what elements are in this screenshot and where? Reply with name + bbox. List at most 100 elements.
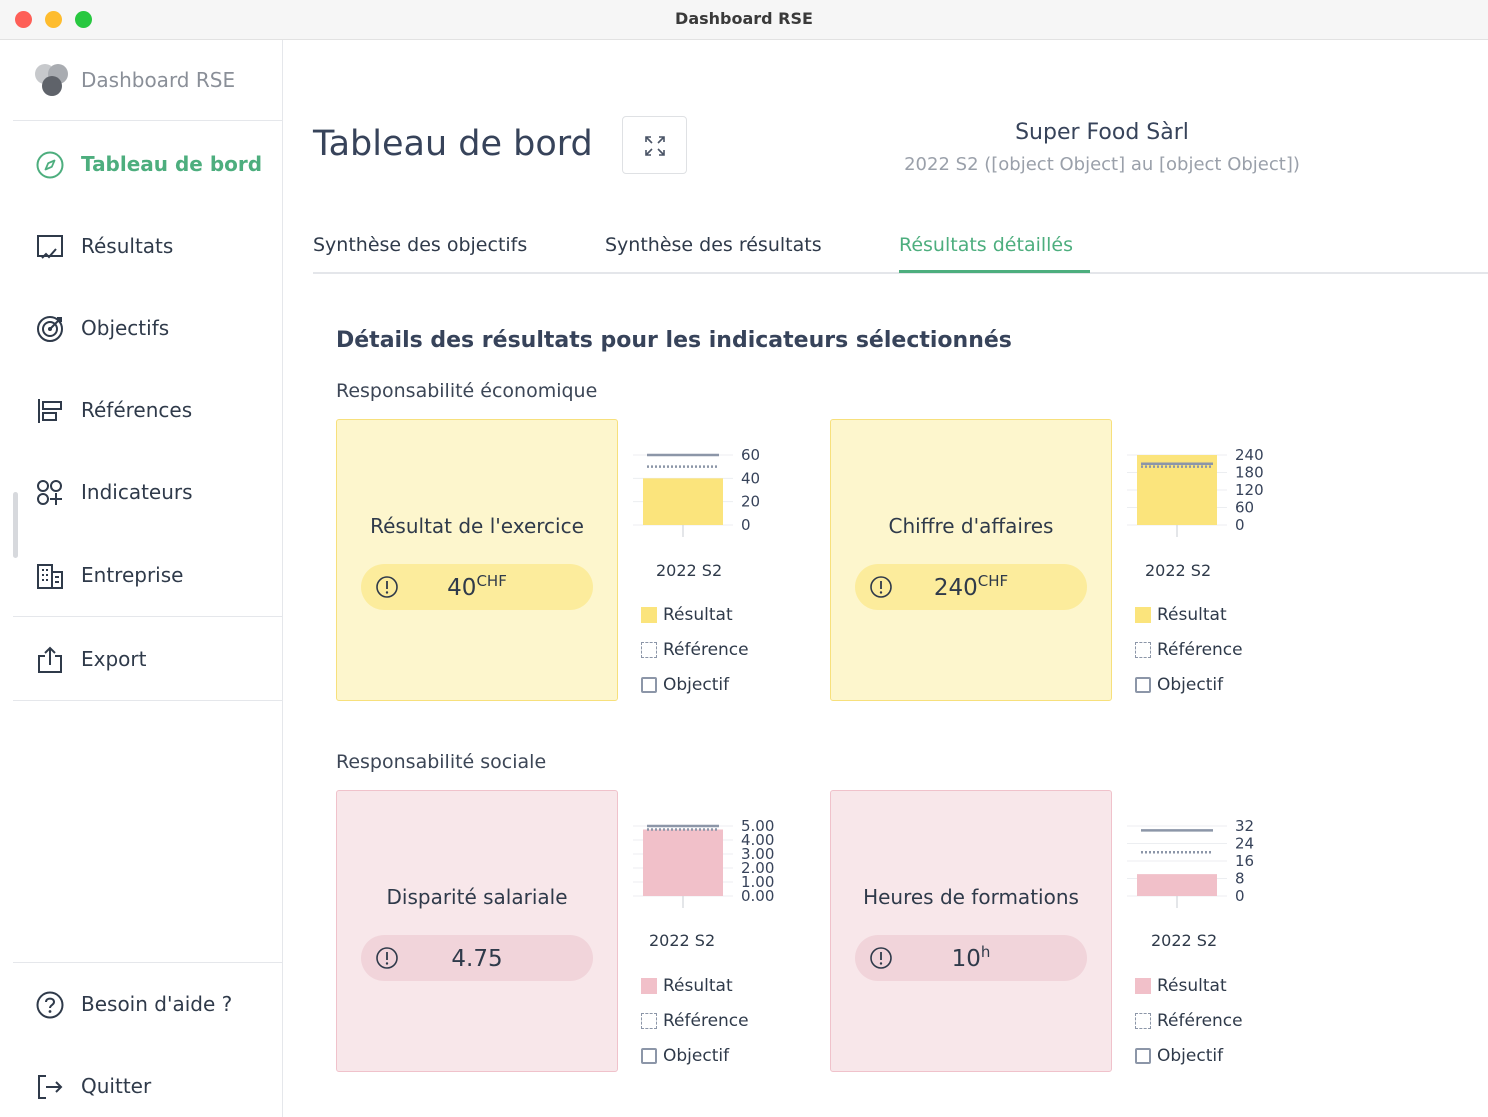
period-label: 2022 S2 ([object Object] au [object Obje… <box>904 154 1300 175</box>
legend-item-result: Résultat <box>641 605 791 640</box>
legend-item-reference: Référence <box>1135 640 1285 675</box>
y-tick-label: 24 <box>1235 835 1254 853</box>
brand-logo-icon <box>35 64 69 98</box>
result-bar <box>643 829 723 896</box>
indicator-value: 4.75 <box>451 946 503 972</box>
y-tick-label: 0 <box>741 516 751 534</box>
indicator-card[interactable]: Résultat de l'exercice 40CHF <box>336 419 618 701</box>
help-link[interactable]: Besoin d'aide ? <box>13 982 283 1026</box>
sidebar-item-tableau-de-bord[interactable]: Tableau de bord <box>13 142 283 186</box>
sidebar-item-label: Tableau de bord <box>81 152 263 176</box>
y-tick-label: 16 <box>1235 852 1254 870</box>
group-title-sociale: Responsabilité sociale <box>336 751 547 773</box>
indicator-value: 10h <box>951 943 991 972</box>
legend-item-reference: Référence <box>641 1011 791 1046</box>
legend-item-result: Résultat <box>1135 605 1285 640</box>
y-tick-label: 20 <box>741 493 760 511</box>
legend-item-objective: Objectif <box>1135 1046 1285 1081</box>
legend-item-reference: Référence <box>641 640 791 675</box>
mini-chart: 240180120600 <box>1127 446 1264 537</box>
y-tick-label: 40 <box>741 469 760 487</box>
company-name: Super Food Sàrl <box>1015 120 1189 145</box>
sidebar-item-label: Export <box>81 647 147 671</box>
mini-chart: 32241680 <box>1127 817 1254 908</box>
tab-synthese-objectifs[interactable]: Synthèse des objectifs <box>313 234 527 256</box>
quit-button[interactable]: Quitter <box>13 1064 283 1108</box>
indicator-value-pill: 240CHF <box>855 564 1087 610</box>
sidebar-item-label: Entreprise <box>81 563 184 587</box>
sidebar: Dashboard RSE Tableau de bord Résultats … <box>13 40 283 1117</box>
tab-bar: Synthèse des objectifs Synthèse des résu… <box>313 228 1488 274</box>
mini-chart: 5.004.003.002.001.000.00 <box>633 817 774 908</box>
sidebar-item-objectifs[interactable]: Objectifs <box>13 306 283 350</box>
chart-legend: Résultat Référence Objectif <box>641 976 791 1081</box>
chart-period-label: 2022 S2 <box>1145 561 1212 580</box>
section-title: Détails des résultats pour les indicateu… <box>336 328 1012 353</box>
fullscreen-button[interactable] <box>622 116 687 174</box>
indicator-card[interactable]: Chiffre d'affaires 240CHF <box>830 419 1112 701</box>
building-icon <box>37 564 63 589</box>
chart-period-label: 2022 S2 <box>1151 931 1218 950</box>
indicator-title: Disparité salariale <box>386 885 568 909</box>
y-tick-label: 32 <box>1235 817 1254 835</box>
sidebar-item-label: Références <box>81 398 193 422</box>
sidebar-item-entreprise[interactable]: Entreprise <box>13 553 283 597</box>
shapes-icon <box>37 480 62 505</box>
indicator-title: Résultat de l'exercice <box>370 514 584 538</box>
help-label: Besoin d'aide ? <box>81 992 233 1016</box>
y-tick-label: 0 <box>1235 887 1245 905</box>
chart-legend: Résultat Référence Objectif <box>1135 976 1285 1081</box>
y-tick-label: 240 <box>1235 446 1264 464</box>
active-tab-indicator <box>899 270 1090 273</box>
y-tick-label: 8 <box>1235 870 1245 888</box>
result-bar <box>643 478 723 525</box>
tab-synthese-resultats[interactable]: Synthèse des résultats <box>605 234 822 256</box>
indicator-card[interactable]: Heures de formations 10h <box>830 790 1112 1072</box>
page-title: Tableau de bord <box>313 124 593 164</box>
legend-item-objective: Objectif <box>641 1046 791 1081</box>
sidebar-item-label: Objectifs <box>81 316 170 340</box>
logout-icon <box>38 1075 63 1099</box>
main-content: Tableau de bord Super Food Sàrl 2022 S2 … <box>283 40 1488 1117</box>
sidebar-item-label: Résultats <box>81 234 174 258</box>
help-icon <box>36 991 64 1019</box>
chart-legend: Résultat Référence Objectif <box>641 605 791 710</box>
legend-item-result: Résultat <box>641 976 791 1011</box>
window-titlebar: Dashboard RSE <box>0 0 1488 40</box>
quit-label: Quitter <box>81 1074 152 1098</box>
y-tick-label: 0.00 <box>741 887 774 905</box>
chart-period-label: 2022 S2 <box>656 561 723 580</box>
group-title-economique: Responsabilité économique <box>336 380 598 402</box>
indicator-value: 240CHF <box>933 572 1009 601</box>
window-title: Dashboard RSE <box>675 9 813 28</box>
sidebar-item-export[interactable]: Export <box>13 637 283 681</box>
indicator-value: 40CHF <box>447 572 507 601</box>
sidebar-item-references[interactable]: Références <box>13 388 283 432</box>
y-tick-label: 120 <box>1235 481 1264 499</box>
indicator-card[interactable]: Disparité salariale 4.75 <box>336 790 618 1072</box>
chart-legend: Résultat Référence Objectif <box>1135 605 1285 710</box>
mini-chart: 60 40 20 0 <box>633 446 760 537</box>
legend-item-objective: Objectif <box>641 675 791 710</box>
legend-item-result: Résultat <box>1135 976 1285 1011</box>
share-icon <box>38 646 62 673</box>
chart-check-icon <box>37 235 63 259</box>
brand: Dashboard RSE <box>13 40 283 121</box>
brand-name: Dashboard RSE <box>81 68 236 92</box>
align-bars-icon <box>38 399 62 423</box>
expand-icon <box>645 136 665 156</box>
y-tick-label: 60 <box>741 446 760 464</box>
sidebar-item-resultats[interactable]: Résultats <box>13 224 283 268</box>
result-bar <box>1137 874 1217 896</box>
y-tick-label: 180 <box>1235 464 1264 482</box>
indicator-value-pill: 4.75 <box>361 935 593 981</box>
indicator-value-pill: 10h <box>855 935 1087 981</box>
sidebar-item-indicateurs[interactable]: Indicateurs <box>13 470 283 514</box>
tab-resultats-detailles[interactable]: Résultats détaillés <box>899 234 1073 256</box>
legend-item-objective: Objectif <box>1135 675 1285 710</box>
compass-icon <box>36 151 64 179</box>
target-icon <box>37 316 63 342</box>
sidebar-scroll-handle[interactable] <box>13 492 18 558</box>
y-tick-label: 60 <box>1235 499 1254 517</box>
indicator-value-pill: 40CHF <box>361 564 593 610</box>
